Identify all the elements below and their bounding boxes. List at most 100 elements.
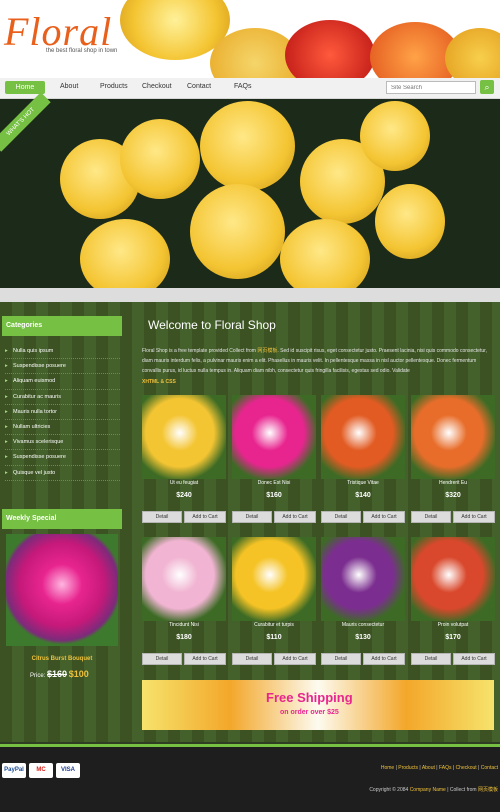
category-link[interactable]: Aliquam euismod bbox=[5, 374, 120, 390]
product-price: $180 bbox=[176, 634, 192, 641]
hero-banner bbox=[0, 99, 500, 288]
copyright-text: Copyright © 2084 bbox=[369, 787, 409, 793]
product-price: $170 bbox=[445, 634, 461, 641]
nav-about[interactable]: About bbox=[60, 83, 78, 90]
product-price: $140 bbox=[355, 492, 371, 499]
detail-button[interactable]: Detail bbox=[232, 511, 272, 523]
product-image[interactable] bbox=[142, 395, 226, 479]
mastercard-icon: MC bbox=[29, 763, 53, 778]
product-price: $240 bbox=[176, 492, 192, 499]
site-tagline: the best floral shop in town bbox=[46, 48, 118, 54]
search-icon[interactable]: ⌕ bbox=[480, 80, 494, 94]
category-link[interactable]: Suspendisse posuere bbox=[5, 359, 120, 375]
product-image[interactable] bbox=[411, 537, 495, 621]
footer-link-faqs[interactable]: FAQs bbox=[439, 765, 452, 771]
add-to-cart-button[interactable]: Add to Cart bbox=[453, 511, 495, 523]
product-name[interactable]: Ut eu feugiat bbox=[142, 480, 226, 486]
header-flower bbox=[285, 20, 375, 78]
product-name[interactable]: Tincidunt Nisi bbox=[142, 622, 226, 628]
rose-flower bbox=[190, 184, 285, 279]
product-image[interactable] bbox=[232, 537, 316, 621]
collect-link[interactable]: 网页模板 bbox=[478, 787, 498, 793]
category-link[interactable]: Quisque vel justo bbox=[5, 466, 120, 481]
add-to-cart-button[interactable]: Add to Cart bbox=[453, 653, 495, 665]
nav-products[interactable]: Products bbox=[100, 83, 128, 90]
add-to-cart-button[interactable]: Add to Cart bbox=[274, 511, 316, 523]
detail-button[interactable]: Detail bbox=[411, 511, 451, 523]
categories-list: Nulla quis ipsum Suspendisse posuere Ali… bbox=[5, 344, 120, 481]
product-card[interactable]: Donec Est Nisi $160 Detail Add to Cart bbox=[232, 395, 316, 527]
product-image[interactable] bbox=[232, 395, 316, 479]
visa-icon: VISA bbox=[56, 763, 80, 778]
product-card[interactable]: Ut eu feugiat $240 Detail Add to Cart bbox=[142, 395, 226, 527]
rose-flower bbox=[120, 119, 200, 199]
search-input[interactable] bbox=[386, 81, 476, 94]
category-link[interactable]: Nulla quis ipsum bbox=[5, 344, 120, 360]
detail-button[interactable]: Detail bbox=[321, 653, 361, 665]
add-to-cart-button[interactable]: Add to Cart bbox=[184, 511, 226, 523]
product-card[interactable]: Hendrerit Eu $320 Detail Add to Cart bbox=[411, 395, 495, 527]
detail-button[interactable]: Detail bbox=[411, 653, 451, 665]
product-card[interactable]: Curabitur et turpis $110 Detail Add to Cart bbox=[232, 537, 316, 669]
footer-link-about[interactable]: About bbox=[422, 765, 435, 771]
add-to-cart-button[interactable]: Add to Cart bbox=[363, 653, 405, 665]
add-to-cart-button[interactable]: Add to Cart bbox=[274, 653, 316, 665]
category-link[interactable]: Nullam ultricies bbox=[5, 420, 120, 436]
footer-link-products[interactable]: Products bbox=[398, 765, 418, 771]
detail-button[interactable]: Detail bbox=[232, 653, 272, 665]
add-to-cart-button[interactable]: Add to Cart bbox=[184, 653, 226, 665]
copyright: Copyright © 2084 Company Name | Collect … bbox=[369, 786, 498, 793]
detail-button[interactable]: Detail bbox=[142, 653, 182, 665]
product-card[interactable]: Proin volutpat $170 Detail Add to Cart bbox=[411, 537, 495, 669]
nav-contact[interactable]: Contact bbox=[187, 83, 211, 90]
footer-link-home[interactable]: Home bbox=[381, 765, 394, 771]
footer-links: Home | Products | About | FAQs | Checkou… bbox=[380, 765, 498, 771]
product-price: $110 bbox=[266, 634, 282, 641]
category-link[interactable]: Suspendisse posuere bbox=[5, 450, 120, 466]
product-name[interactable]: Curabitur et turpis bbox=[232, 622, 316, 628]
product-card[interactable]: Tristique Vitae $140 Detail Add to Cart bbox=[321, 395, 405, 527]
nav-faqs[interactable]: FAQs bbox=[234, 83, 252, 90]
weekly-special-price: Price: $160 $100 bbox=[30, 669, 89, 679]
paypal-icon: PayPal bbox=[2, 763, 26, 778]
detail-button[interactable]: Detail bbox=[321, 511, 361, 523]
add-to-cart-button[interactable]: Add to Cart bbox=[363, 511, 405, 523]
footer-link-contact[interactable]: Contact bbox=[481, 765, 498, 771]
rose-flower bbox=[200, 101, 295, 191]
product-image[interactable] bbox=[321, 395, 405, 479]
nav-home[interactable]: Home bbox=[5, 81, 45, 94]
category-link[interactable]: Mauris nulla tortor bbox=[5, 405, 120, 420]
free-shipping-banner[interactable]: Free Shipping on order over $25 bbox=[142, 680, 494, 730]
section-divider bbox=[0, 288, 500, 302]
product-image[interactable] bbox=[142, 537, 226, 621]
product-image[interactable] bbox=[411, 395, 495, 479]
detail-button[interactable]: Detail bbox=[142, 511, 182, 523]
rose-flower bbox=[280, 219, 370, 288]
welcome-heading: Welcome to Floral Shop bbox=[148, 318, 276, 332]
category-link[interactable]: Vivamus scelerisque bbox=[5, 435, 120, 451]
old-price: $160 bbox=[47, 669, 68, 679]
product-card[interactable]: Tincidunt Nisi $180 Detail Add to Cart bbox=[142, 537, 226, 669]
footer-link-checkout[interactable]: Checkout bbox=[456, 765, 477, 771]
site-header: Floral the best floral shop in town bbox=[0, 0, 500, 78]
category-link[interactable]: Curabitur ac mauris bbox=[5, 390, 120, 405]
weekly-special-name[interactable]: Citrus Burst Bouquet bbox=[6, 656, 118, 662]
intro-link[interactable]: 网页模板 bbox=[257, 348, 277, 354]
product-image[interactable] bbox=[321, 537, 405, 621]
weekly-special-image[interactable] bbox=[6, 534, 118, 646]
product-card[interactable]: Mauris consectetur $130 Detail Add to Cart bbox=[321, 537, 405, 669]
product-name[interactable]: Donec Est Nisi bbox=[232, 480, 316, 486]
nav-checkout[interactable]: Checkout bbox=[142, 83, 172, 90]
main-nav: Home About Products Checkout Contact FAQ… bbox=[0, 78, 500, 99]
product-name[interactable]: Proin volutpat bbox=[411, 622, 495, 628]
weekly-special-title: Weekly Special bbox=[2, 509, 122, 529]
product-name[interactable]: Hendrerit Eu bbox=[411, 480, 495, 486]
product-name[interactable]: Tristique Vitae bbox=[321, 480, 405, 486]
product-name[interactable]: Mauris consectetur bbox=[321, 622, 405, 628]
collect-text: | Collect from bbox=[447, 787, 477, 793]
company-name[interactable]: Company Name bbox=[410, 787, 446, 793]
product-price: $320 bbox=[445, 492, 461, 499]
rose-flower bbox=[375, 184, 445, 259]
validate-link[interactable]: XHTML & CSS bbox=[142, 379, 176, 385]
banner-subtitle: on order over $25 bbox=[280, 709, 339, 716]
